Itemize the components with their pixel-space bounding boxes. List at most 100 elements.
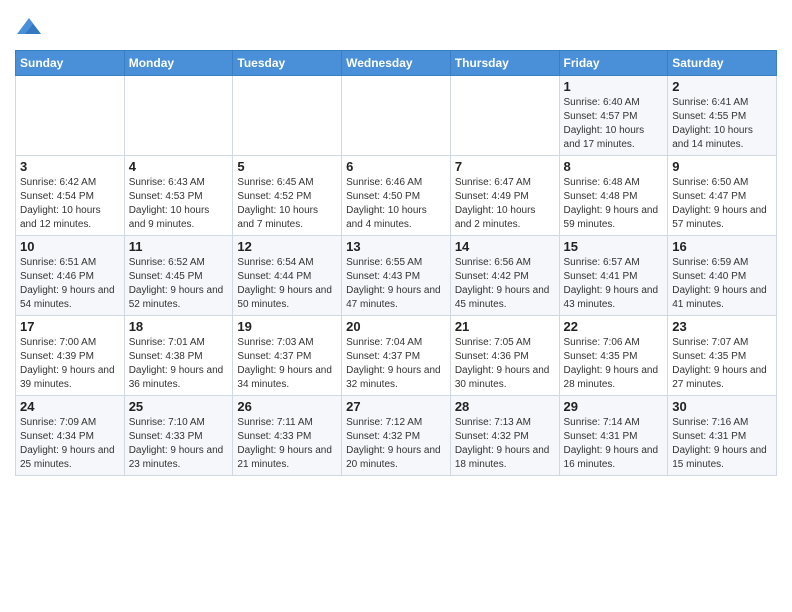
day-info: Sunrise: 7:00 AM Sunset: 4:39 PM Dayligh…: [20, 336, 120, 392]
calendar-cell: 3 Sunrise: 6:42 AM Sunset: 4:54 PM Daylig…: [16, 156, 125, 236]
calendar-cell: 30 Sunrise: 7:16 AM Sunset: 4:31 PM Dayli…: [668, 396, 777, 476]
day-info: Sunrise: 6:40 AM Sunset: 4:57 PM Dayligh…: [564, 96, 664, 152]
calendar-cell: 13 Sunrise: 6:55 AM Sunset: 4:43 PM Dayli…: [342, 236, 451, 316]
day-number: 29: [564, 399, 664, 414]
day-info: Sunrise: 6:47 AM Sunset: 4:49 PM Dayligh…: [455, 176, 555, 232]
calendar-cell: 8 Sunrise: 6:48 AM Sunset: 4:48 PM Daylig…: [559, 156, 668, 236]
weekday-header: Wednesday: [342, 51, 451, 76]
day-number: 30: [672, 399, 772, 414]
day-info: Sunrise: 7:12 AM Sunset: 4:32 PM Dayligh…: [346, 416, 446, 472]
day-info: Sunrise: 6:54 AM Sunset: 4:44 PM Dayligh…: [237, 256, 337, 312]
calendar-cell: 4 Sunrise: 6:43 AM Sunset: 4:53 PM Daylig…: [124, 156, 233, 236]
day-info: Sunrise: 6:45 AM Sunset: 4:52 PM Dayligh…: [237, 176, 337, 232]
calendar-cell: 5 Sunrise: 6:45 AM Sunset: 4:52 PM Daylig…: [233, 156, 342, 236]
day-info: Sunrise: 7:10 AM Sunset: 4:33 PM Dayligh…: [129, 416, 229, 472]
calendar-cell: 14Sunrise: 6:56 AM Sunset: 4:42 PM Dayli…: [450, 236, 559, 316]
calendar-cell: [16, 76, 125, 156]
calendar-cell: 17 Sunrise: 7:00 AM Sunset: 4:39 PM Dayli…: [16, 316, 125, 396]
day-number: 1: [564, 79, 664, 94]
calendar-cell: [124, 76, 233, 156]
calendar-week-row: 10Sunrise: 6:51 AM Sunset: 4:46 PM Dayli…: [16, 236, 777, 316]
day-number: 27: [346, 399, 446, 414]
calendar-cell: 12 Sunrise: 6:54 AM Sunset: 4:44 PM Dayli…: [233, 236, 342, 316]
calendar-cell: 24Sunrise: 7:09 AM Sunset: 4:34 PM Dayli…: [16, 396, 125, 476]
day-number: 13: [346, 239, 446, 254]
calendar-cell: 10Sunrise: 6:51 AM Sunset: 4:46 PM Dayli…: [16, 236, 125, 316]
calendar-cell: 16 Sunrise: 6:59 AM Sunset: 4:40 PM Dayli…: [668, 236, 777, 316]
day-number: 22: [564, 319, 664, 334]
calendar-cell: 7 Sunrise: 6:47 AM Sunset: 4:49 PM Daylig…: [450, 156, 559, 236]
day-info: Sunrise: 6:57 AM Sunset: 4:41 PM Dayligh…: [564, 256, 664, 312]
calendar-week-row: 3 Sunrise: 6:42 AM Sunset: 4:54 PM Daylig…: [16, 156, 777, 236]
day-number: 24: [20, 399, 120, 414]
day-number: 2: [672, 79, 772, 94]
day-number: 16: [672, 239, 772, 254]
day-number: 18: [129, 319, 229, 334]
day-number: 25: [129, 399, 229, 414]
day-number: 3: [20, 159, 120, 174]
day-number: 15: [564, 239, 664, 254]
day-number: 17: [20, 319, 120, 334]
day-info: Sunrise: 7:03 AM Sunset: 4:37 PM Dayligh…: [237, 336, 337, 392]
day-info: Sunrise: 6:50 AM Sunset: 4:47 PM Dayligh…: [672, 176, 772, 232]
weekday-header: Thursday: [450, 51, 559, 76]
day-number: 20: [346, 319, 446, 334]
day-info: Sunrise: 7:07 AM Sunset: 4:35 PM Dayligh…: [672, 336, 772, 392]
calendar-cell: 11Sunrise: 6:52 AM Sunset: 4:45 PM Dayli…: [124, 236, 233, 316]
weekday-header: Monday: [124, 51, 233, 76]
day-number: 9: [672, 159, 772, 174]
calendar-cell: 25 Sunrise: 7:10 AM Sunset: 4:33 PM Dayli…: [124, 396, 233, 476]
day-info: Sunrise: 6:48 AM Sunset: 4:48 PM Dayligh…: [564, 176, 664, 232]
calendar-cell: 2Sunrise: 6:41 AM Sunset: 4:55 PM Daylig…: [668, 76, 777, 156]
calendar-cell: [233, 76, 342, 156]
day-number: 23: [672, 319, 772, 334]
weekday-header: Tuesday: [233, 51, 342, 76]
calendar-table: SundayMondayTuesdayWednesdayThursdayFrid…: [15, 50, 777, 476]
calendar-week-row: 24Sunrise: 7:09 AM Sunset: 4:34 PM Dayli…: [16, 396, 777, 476]
day-info: Sunrise: 6:43 AM Sunset: 4:53 PM Dayligh…: [129, 176, 229, 232]
calendar-cell: 1 Sunrise: 6:40 AM Sunset: 4:57 PM Daylig…: [559, 76, 668, 156]
day-info: Sunrise: 6:42 AM Sunset: 4:54 PM Dayligh…: [20, 176, 120, 232]
day-number: 12: [237, 239, 337, 254]
weekday-header: Friday: [559, 51, 668, 76]
day-info: Sunrise: 7:01 AM Sunset: 4:38 PM Dayligh…: [129, 336, 229, 392]
calendar-cell: 6 Sunrise: 6:46 AM Sunset: 4:50 PM Daylig…: [342, 156, 451, 236]
calendar-cell: 23 Sunrise: 7:07 AM Sunset: 4:35 PM Dayli…: [668, 316, 777, 396]
day-info: Sunrise: 7:14 AM Sunset: 4:31 PM Dayligh…: [564, 416, 664, 472]
calendar-cell: 15 Sunrise: 6:57 AM Sunset: 4:41 PM Dayli…: [559, 236, 668, 316]
calendar-cell: [342, 76, 451, 156]
day-info: Sunrise: 6:56 AM Sunset: 4:42 PM Dayligh…: [455, 256, 555, 312]
calendar-cell: 27 Sunrise: 7:12 AM Sunset: 4:32 PM Dayli…: [342, 396, 451, 476]
day-info: Sunrise: 7:04 AM Sunset: 4:37 PM Dayligh…: [346, 336, 446, 392]
day-info: Sunrise: 6:55 AM Sunset: 4:43 PM Dayligh…: [346, 256, 446, 312]
day-info: Sunrise: 7:16 AM Sunset: 4:31 PM Dayligh…: [672, 416, 772, 472]
weekday-header: Saturday: [668, 51, 777, 76]
calendar-cell: [450, 76, 559, 156]
calendar-week-row: 17 Sunrise: 7:00 AM Sunset: 4:39 PM Dayli…: [16, 316, 777, 396]
day-number: 4: [129, 159, 229, 174]
day-number: 5: [237, 159, 337, 174]
calendar-cell: 22 Sunrise: 7:06 AM Sunset: 4:35 PM Dayli…: [559, 316, 668, 396]
page-header: [15, 10, 777, 42]
day-info: Sunrise: 6:59 AM Sunset: 4:40 PM Dayligh…: [672, 256, 772, 312]
day-info: Sunrise: 7:11 AM Sunset: 4:33 PM Dayligh…: [237, 416, 337, 472]
day-number: 28: [455, 399, 555, 414]
calendar-cell: 21Sunrise: 7:05 AM Sunset: 4:36 PM Dayli…: [450, 316, 559, 396]
logo-icon: [15, 14, 43, 42]
day-number: 26: [237, 399, 337, 414]
day-number: 7: [455, 159, 555, 174]
weekday-header-row: SundayMondayTuesdayWednesdayThursdayFrid…: [16, 51, 777, 76]
day-number: 8: [564, 159, 664, 174]
weekday-header: Sunday: [16, 51, 125, 76]
day-number: 6: [346, 159, 446, 174]
day-info: Sunrise: 7:06 AM Sunset: 4:35 PM Dayligh…: [564, 336, 664, 392]
calendar-cell: 19Sunrise: 7:03 AM Sunset: 4:37 PM Dayli…: [233, 316, 342, 396]
day-info: Sunrise: 7:05 AM Sunset: 4:36 PM Dayligh…: [455, 336, 555, 392]
day-number: 10: [20, 239, 120, 254]
calendar-cell: 26 Sunrise: 7:11 AM Sunset: 4:33 PM Dayli…: [233, 396, 342, 476]
calendar-cell: 28 Sunrise: 7:13 AM Sunset: 4:32 PM Dayli…: [450, 396, 559, 476]
day-info: Sunrise: 7:13 AM Sunset: 4:32 PM Dayligh…: [455, 416, 555, 472]
calendar-cell: 18 Sunrise: 7:01 AM Sunset: 4:38 PM Dayli…: [124, 316, 233, 396]
calendar-cell: 20 Sunrise: 7:04 AM Sunset: 4:37 PM Dayli…: [342, 316, 451, 396]
day-info: Sunrise: 6:46 AM Sunset: 4:50 PM Dayligh…: [346, 176, 446, 232]
